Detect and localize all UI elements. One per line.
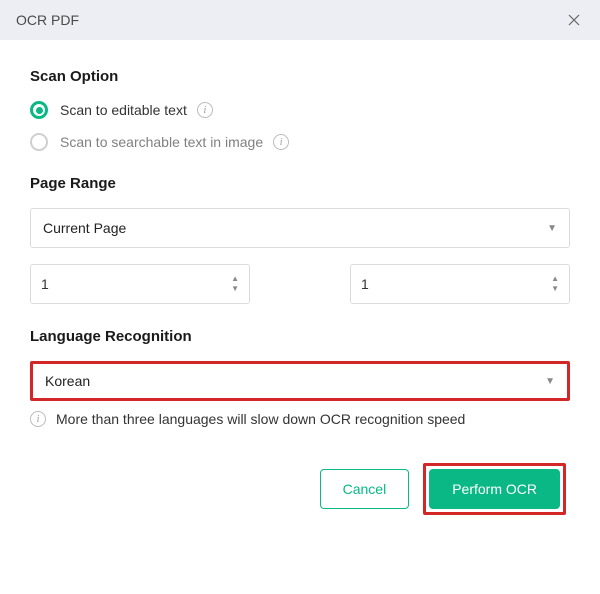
radio-label: Scan to searchable text in image [60,134,263,150]
page-to-value: 1 [361,276,369,292]
scan-option-heading: Scan Option [30,68,570,85]
radio-selected-icon[interactable] [30,101,48,119]
info-icon[interactable]: i [197,102,213,118]
scan-option-searchable[interactable]: Scan to searchable text in image i [30,133,570,151]
dialog-buttons: Cancel Perform OCR [30,463,570,515]
cancel-button[interactable]: Cancel [320,469,410,509]
page-range-selected: Current Page [43,220,126,236]
page-from-value: 1 [41,276,49,292]
page-range-spinners: 1 ▲▼ 1 ▲▼ [30,264,570,304]
page-to-stepper[interactable]: 1 ▲▼ [350,264,570,304]
stepper-arrows-icon[interactable]: ▲▼ [231,275,239,293]
language-selected: Korean [45,373,90,389]
language-heading: Language Recognition [30,328,570,345]
dialog-content: Scan Option Scan to editable text i Scan… [0,40,600,535]
stepper-arrows-icon[interactable]: ▲▼ [551,275,559,293]
scan-option-editable[interactable]: Scan to editable text i [30,101,570,119]
chevron-down-icon: ▼ [545,376,555,387]
language-dropdown[interactable]: Korean ▼ [33,364,567,398]
chevron-down-icon: ▼ [547,223,557,234]
info-icon: i [30,411,46,427]
radio-unselected-icon[interactable] [30,133,48,151]
page-range-dropdown[interactable]: Current Page ▼ [30,208,570,248]
language-note-text: More than three languages will slow down… [56,411,465,427]
close-icon[interactable] [564,10,584,30]
primary-highlight: Perform OCR [423,463,566,515]
radio-label: Scan to editable text [60,102,187,118]
info-icon[interactable]: i [273,134,289,150]
page-range-heading: Page Range [30,175,570,192]
dialog-title: OCR PDF [16,12,79,28]
titlebar: OCR PDF [0,0,600,40]
language-highlight: Korean ▼ [30,361,570,401]
page-from-stepper[interactable]: 1 ▲▼ [30,264,250,304]
language-note: i More than three languages will slow do… [30,411,570,427]
perform-ocr-button[interactable]: Perform OCR [429,469,560,509]
